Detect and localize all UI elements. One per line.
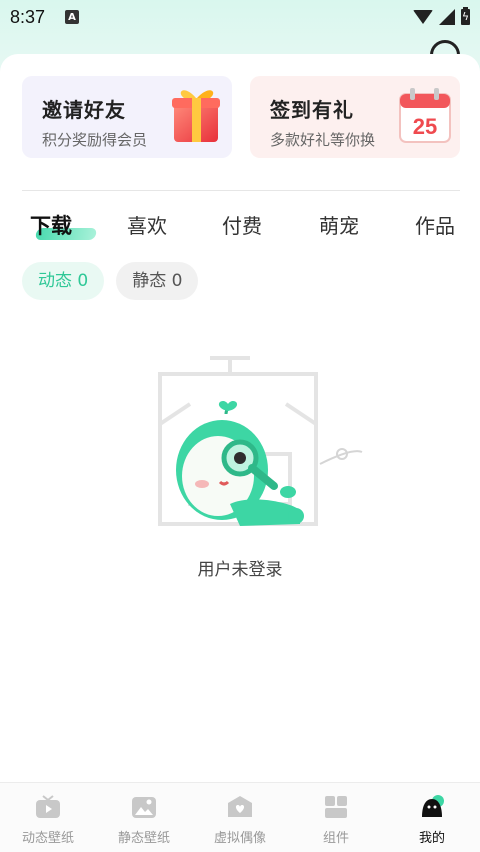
chip-dynamic[interactable]: 动态 0: [22, 262, 105, 300]
notification-icon: A: [65, 10, 80, 24]
tab-works[interactable]: 作品: [415, 210, 455, 242]
nav-dynamic-wallpaper[interactable]: 动态壁纸: [0, 783, 96, 852]
calendar-day: 25: [413, 114, 437, 139]
empty-state-message: 用户未登录: [197, 560, 283, 580]
tab-bar: 下载 喜欢 付费 萌宠 作品: [22, 210, 480, 250]
wifi-icon: [413, 10, 433, 24]
tab-paid[interactable]: 付费: [222, 210, 262, 242]
gift-icon: [172, 90, 220, 142]
nav-mine[interactable]: 我的: [384, 783, 480, 852]
profile-sheet: 邀请好友 积分奖励得会员 签到有礼 多款好礼等你换 25 下载 喜欢 付费 萌宠…: [0, 54, 480, 783]
bottom-nav: 动态壁纸 静态壁纸 虚拟偶像 组件 我的: [0, 782, 480, 852]
nav-label: 虚拟偶像: [213, 831, 266, 846]
tab-pets[interactable]: 萌宠: [319, 210, 359, 242]
nav-label: 组件: [322, 831, 349, 846]
tab-likes[interactable]: 喜欢: [127, 210, 167, 242]
heart-box-icon: [228, 796, 252, 817]
image-icon: [132, 797, 156, 818]
chip-static[interactable]: 静态 0: [116, 262, 199, 300]
invite-friends-card[interactable]: 邀请好友 积分奖励得会员: [22, 76, 232, 158]
signin-reward-card[interactable]: 签到有礼 多款好礼等你换 25: [250, 76, 460, 158]
tv-play-icon: [36, 795, 60, 818]
nav-virtual-idol[interactable]: 虚拟偶像: [192, 783, 288, 852]
nav-label: 我的: [418, 831, 445, 846]
nav-static-wallpaper[interactable]: 静态壁纸: [96, 783, 192, 852]
status-bar: 8:37 A: [0, 0, 480, 34]
filter-chips: 动态 0 静态 0: [22, 262, 199, 300]
signal-icon: [439, 9, 455, 25]
calendar-icon: 25: [399, 88, 451, 143]
widgets-icon: [325, 796, 347, 818]
tab-label: 下载: [30, 214, 72, 238]
battery-icon: [461, 7, 470, 25]
status-time: 8:37: [10, 6, 46, 27]
promo-row: 邀请好友 积分奖励得会员 签到有礼 多款好礼等你换 25: [22, 76, 460, 158]
nav-label: 动态壁纸: [21, 831, 74, 846]
tab-download[interactable]: 下载: [30, 210, 98, 242]
avatar-icon: [422, 795, 444, 817]
empty-mascot-illustration: [158, 356, 363, 526]
divider: [22, 190, 460, 191]
nav-label: 静态壁纸: [117, 831, 170, 846]
nav-widgets[interactable]: 组件: [288, 783, 384, 852]
